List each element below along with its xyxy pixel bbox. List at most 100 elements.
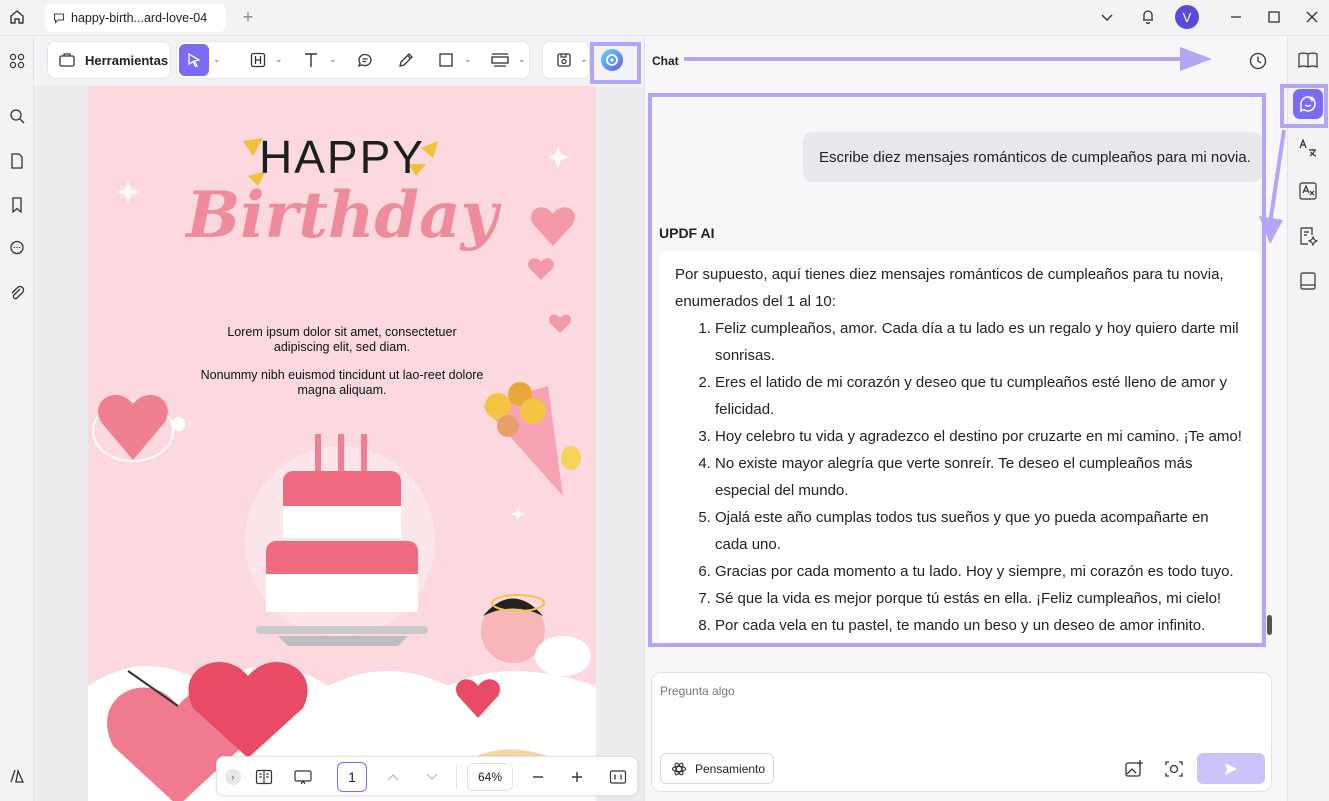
- textbox-tool-button[interactable]: [246, 44, 270, 76]
- thinking-mode-button[interactable]: Pensamiento: [660, 753, 774, 784]
- card-paragraph-1: Lorem ipsum dolor sit amet, consectetuer…: [227, 325, 457, 354]
- pages-icon[interactable]: [6, 150, 28, 172]
- pencil-tool-button[interactable]: [394, 44, 418, 76]
- text-tool-button[interactable]: [299, 44, 323, 76]
- ai-assistant-button[interactable]: [596, 44, 628, 76]
- toolbox-icon: [58, 51, 76, 69]
- select-tool-button[interactable]: [179, 44, 209, 76]
- annotation-arrow-down: [1258, 128, 1290, 246]
- actual-size-icon[interactable]: [607, 767, 629, 787]
- thumbnails-icon[interactable]: [6, 50, 28, 72]
- collapse-bar-icon[interactable]: ›: [225, 769, 241, 785]
- card-paragraph-2: Nonummy nibh euismod tincidunt ut lao-re…: [200, 368, 484, 397]
- rectangle-icon: [439, 53, 453, 67]
- ai-chat-icon: [1300, 96, 1316, 113]
- edit-toolbar: Herramientas ⌄ ⌄ ⌄ ⌄ ⌄ ⌄: [34, 36, 644, 86]
- pdf-page[interactable]: HAPPY Birthday Lorem ipsum dolor sit ame…: [88, 86, 596, 801]
- chat-input-placeholder: Pregunta algo: [660, 684, 735, 698]
- comments-icon[interactable]: [6, 237, 28, 259]
- zoom-in-icon[interactable]: [567, 767, 587, 787]
- card-birthday-title: Birthday: [186, 178, 498, 253]
- zoom-level-select[interactable]: 64%: [467, 763, 513, 791]
- minimize-icon[interactable]: [1226, 7, 1246, 27]
- thinking-mode-label: Pensamiento: [695, 761, 766, 776]
- text-t-icon: [305, 53, 317, 67]
- attachment-icon[interactable]: [6, 282, 28, 304]
- list-item: Por cada vela en tu pastel, te mando un …: [715, 612, 1244, 639]
- ai-chat-sidebar-button[interactable]: [1293, 89, 1323, 119]
- user-message-text: Escribe diez mensajes románticos de cump…: [819, 148, 1251, 166]
- page-layout-icon[interactable]: [253, 767, 275, 787]
- list-item: Ojalá este año cumplas todos tus sueños …: [715, 504, 1244, 558]
- divider: [456, 765, 457, 789]
- text-dropdown-caret[interactable]: ⌄: [329, 54, 337, 65]
- ai-response-list: Feliz cumpleaños, amor. Cada día a tu la…: [715, 315, 1244, 639]
- chevron-down-icon[interactable]: [1097, 7, 1117, 27]
- layers-icon[interactable]: [6, 765, 28, 787]
- stamp-icon: [491, 53, 509, 67]
- image-upload-icon[interactable]: [1122, 757, 1146, 781]
- list-item: Gracias por cada momento a tu lado. Hoy …: [715, 558, 1244, 585]
- screenshot-icon[interactable]: [1162, 757, 1186, 781]
- search-icon[interactable]: [6, 105, 28, 127]
- user-message-bubble: Escribe diez mensajes románticos de cump…: [803, 132, 1263, 182]
- list-item: Sé que la vida es mejor porque tú estás …: [715, 585, 1244, 612]
- history-icon[interactable]: [1247, 50, 1269, 72]
- zoom-out-icon[interactable]: [528, 767, 548, 787]
- book-open-icon[interactable]: [1296, 48, 1320, 72]
- cursor-icon: [188, 52, 201, 68]
- page-number-input[interactable]: 1: [337, 762, 367, 792]
- pencil-icon: [399, 53, 413, 67]
- chat-input-box[interactable]: Pregunta algo Pensamiento: [651, 672, 1272, 792]
- save-tool-button[interactable]: [552, 44, 576, 76]
- ai-summary-icon[interactable]: [1296, 224, 1320, 248]
- comment-tab-icon: [53, 13, 65, 24]
- maximize-icon[interactable]: [1264, 7, 1284, 27]
- bell-icon[interactable]: [1137, 5, 1159, 27]
- comment-icon: [357, 53, 372, 68]
- updf-ai-icon: [601, 49, 623, 71]
- list-item: Feliz cumpleaños, amor. Cada día a tu la…: [715, 315, 1244, 369]
- close-icon[interactable]: [1302, 7, 1322, 27]
- select-dropdown-caret[interactable]: ⌄: [213, 54, 221, 65]
- translate-icon[interactable]: [1296, 136, 1320, 160]
- list-item: No existe mayor alegría que verte sonreí…: [715, 450, 1244, 504]
- ocr-icon[interactable]: [1296, 179, 1320, 203]
- chat-scrollbar-thumb[interactable]: [1267, 615, 1272, 635]
- bookmark-icon[interactable]: [6, 194, 28, 216]
- textbox-icon: [250, 52, 266, 68]
- annotation-arrow-right: [684, 46, 1214, 72]
- document-tab-title: happy-birth...ard-love-04: [71, 11, 208, 25]
- ai-response-intro: Por supuesto, aquí tienes diez mensajes …: [675, 266, 1224, 310]
- home-icon[interactable]: [6, 6, 28, 28]
- reader-book-icon[interactable]: [1296, 269, 1320, 293]
- right-sidebar: [1287, 36, 1329, 801]
- new-tab-plus-icon[interactable]: +: [238, 7, 258, 27]
- left-sidebar: [0, 36, 34, 801]
- send-button[interactable]: [1197, 753, 1265, 784]
- stamp-dropdown-caret[interactable]: ⌄: [518, 54, 526, 65]
- textbox-dropdown-caret[interactable]: ⌄: [275, 54, 283, 65]
- send-icon: [1225, 762, 1237, 775]
- list-item: Hoy celebro tu vida y agradezco el desti…: [715, 423, 1244, 450]
- tools-button[interactable]: Herramientas: [47, 41, 171, 79]
- floppy-icon: [557, 53, 571, 67]
- title-bar: happy-birth...ard-love-04 + V: [0, 0, 1329, 36]
- stamp-tool-button[interactable]: [488, 44, 512, 76]
- comment-tool-button[interactable]: [353, 44, 377, 76]
- ai-sender-label: UPDF AI: [659, 225, 715, 241]
- chat-title: Chat: [652, 54, 679, 68]
- atom-icon: [671, 762, 687, 775]
- presentation-icon[interactable]: [292, 767, 314, 787]
- card-happy-title: HAPPY: [259, 131, 425, 183]
- next-page-icon[interactable]: [422, 767, 442, 787]
- previous-page-icon[interactable]: [383, 767, 403, 787]
- rectangle-tool-button[interactable]: [434, 44, 458, 76]
- shape-dropdown-caret[interactable]: ⌄: [464, 54, 472, 65]
- tools-label: Herramientas: [85, 53, 169, 68]
- document-tab[interactable]: happy-birth...ard-love-04: [45, 4, 226, 32]
- page-navigation-bar: › 1 64%: [216, 756, 638, 796]
- list-item: Eres el latido de mi corazón y deseo que…: [715, 369, 1244, 423]
- save-dropdown-caret[interactable]: ⌄: [580, 54, 588, 65]
- avatar[interactable]: V: [1175, 5, 1199, 29]
